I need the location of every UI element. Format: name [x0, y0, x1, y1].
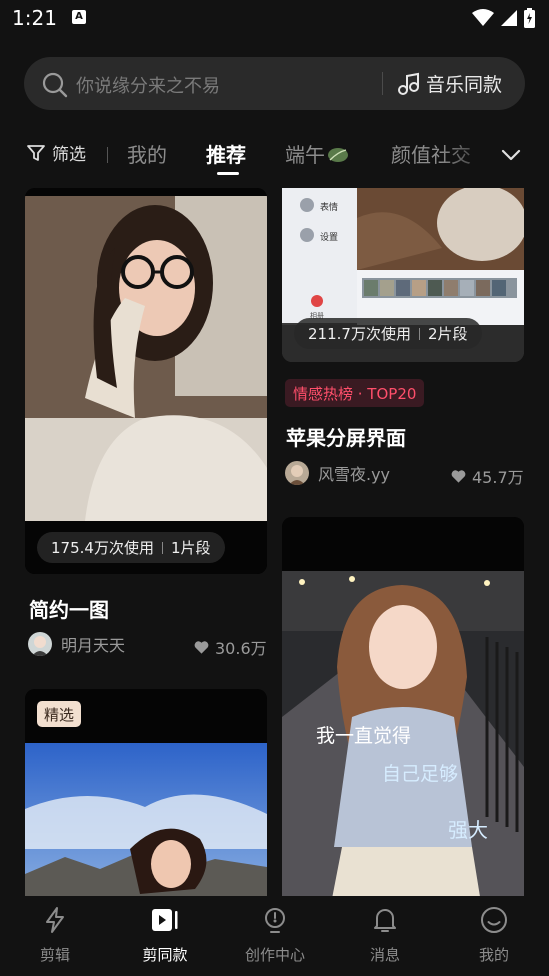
notification-a-icon: A: [72, 10, 86, 24]
screenshot-item-1: 表情: [320, 201, 338, 213]
nav-profile-label: 我的: [478, 946, 509, 964]
filter-icon: [27, 144, 45, 161]
music-same-button[interactable]: 音乐同款: [396, 70, 502, 97]
usage-pill: 175.4万次使用 1片段: [37, 532, 225, 563]
leaf-icon: [328, 148, 348, 162]
nav-template-label: 剪同款: [142, 946, 188, 964]
status-time: 1:21: [12, 6, 57, 30]
overlay-line-2: 自己足够: [382, 763, 458, 785]
battery-icon: [524, 8, 535, 28]
filter-button[interactable]: 筛选: [26, 140, 86, 165]
rank-badge: 情感热榜 · TOP20: [285, 379, 425, 407]
search-divider: [382, 72, 383, 95]
lightbulb-icon: [265, 908, 285, 933]
like-value: 45.7万: [472, 468, 524, 487]
overlay-line-3: 强大: [448, 818, 488, 842]
pill-divider: [161, 541, 163, 554]
segment-count: 1片段: [170, 539, 211, 557]
tabs-fade: [440, 130, 500, 180]
wifi-icon: [472, 9, 494, 26]
card-title[interactable]: 苹果分屏界面: [286, 422, 406, 451]
template-card[interactable]: 表情 设置 相册 211.7万次使用 2片段: [282, 188, 524, 362]
author-name: 明月天天: [61, 636, 126, 655]
segment-count: 2片段: [427, 325, 468, 343]
chevron-down-icon[interactable]: [500, 144, 522, 166]
card-thumbnail: 我一直觉得 自己足够 强大: [282, 517, 524, 896]
template-feed: 175.4万次使用 1片段 简约一图 明月天天 30.6万 表情 设置 相册 2…: [0, 188, 549, 896]
pill-divider: [418, 327, 420, 340]
template-card[interactable]: 175.4万次使用 1片段: [25, 188, 267, 574]
usage-count: 211.7万次使用: [308, 325, 411, 343]
system-icons: [472, 8, 535, 28]
avatar: [285, 461, 309, 485]
heart-icon: [194, 641, 209, 654]
nav-profile[interactable]: 我的: [439, 906, 549, 965]
usage-count: 175.4万次使用: [51, 539, 154, 557]
nav-creator-center[interactable]: 创作中心: [220, 906, 330, 965]
card-author[interactable]: 风雪夜.yy: [285, 461, 390, 485]
tab-recommend[interactable]: 推荐: [206, 139, 246, 168]
usage-pill: 211.7万次使用 2片段: [294, 318, 482, 349]
overlay-line-1: 我一直觉得: [316, 725, 411, 747]
category-tabs: 筛选 我的 推荐 端午 颜值社交: [0, 130, 549, 180]
featured-tag: 精选: [37, 701, 82, 727]
tab-duanwu[interactable]: 端午: [285, 139, 349, 168]
template-card[interactable]: 精选: [25, 689, 267, 896]
tab-duanwu-label: 端午: [285, 143, 325, 167]
signal-icon: [501, 10, 517, 26]
bell-icon: [374, 909, 396, 932]
status-bar: 1:21 A: [0, 0, 549, 38]
smile-icon: [481, 907, 507, 933]
tab-separator: [107, 147, 108, 163]
nav-edit[interactable]: 剪辑: [0, 906, 110, 965]
play-clip-icon: [152, 909, 178, 931]
card-thumbnail: [25, 188, 267, 574]
like-count[interactable]: 45.7万: [451, 464, 524, 488]
card-author[interactable]: 明月天天: [28, 632, 125, 656]
like-count[interactable]: 30.6万: [194, 635, 267, 659]
filter-label: 筛选: [52, 145, 86, 165]
active-tab-indicator: [217, 172, 239, 175]
heart-icon: [451, 470, 466, 483]
screenshot-item-2: 设置: [320, 232, 338, 243]
like-value: 30.6万: [215, 639, 267, 658]
card-title[interactable]: 简约一图: [29, 594, 109, 623]
nav-edit-label: 剪辑: [39, 946, 70, 964]
author-name: 风雪夜.yy: [318, 465, 391, 484]
search-bar[interactable]: 你说缘分来之不易 音乐同款: [24, 57, 525, 110]
music-same-label: 音乐同款: [426, 74, 503, 96]
nav-template[interactable]: 剪同款: [110, 906, 220, 965]
search-input[interactable]: 你说缘分来之不易: [76, 72, 220, 98]
lightning-icon: [46, 907, 64, 933]
template-card[interactable]: 我一直觉得 自己足够 强大: [282, 517, 524, 896]
tab-mine[interactable]: 我的: [127, 139, 167, 168]
nav-messages[interactable]: 消息: [330, 906, 440, 965]
nav-creator-label: 创作中心: [244, 946, 305, 964]
avatar: [28, 632, 52, 656]
music-note-icon: [398, 72, 419, 95]
nav-messages-label: 消息: [369, 946, 400, 964]
bottom-nav: 剪辑 剪同款 创作中心 消息 我的: [0, 896, 549, 976]
search-icon: [42, 72, 68, 98]
